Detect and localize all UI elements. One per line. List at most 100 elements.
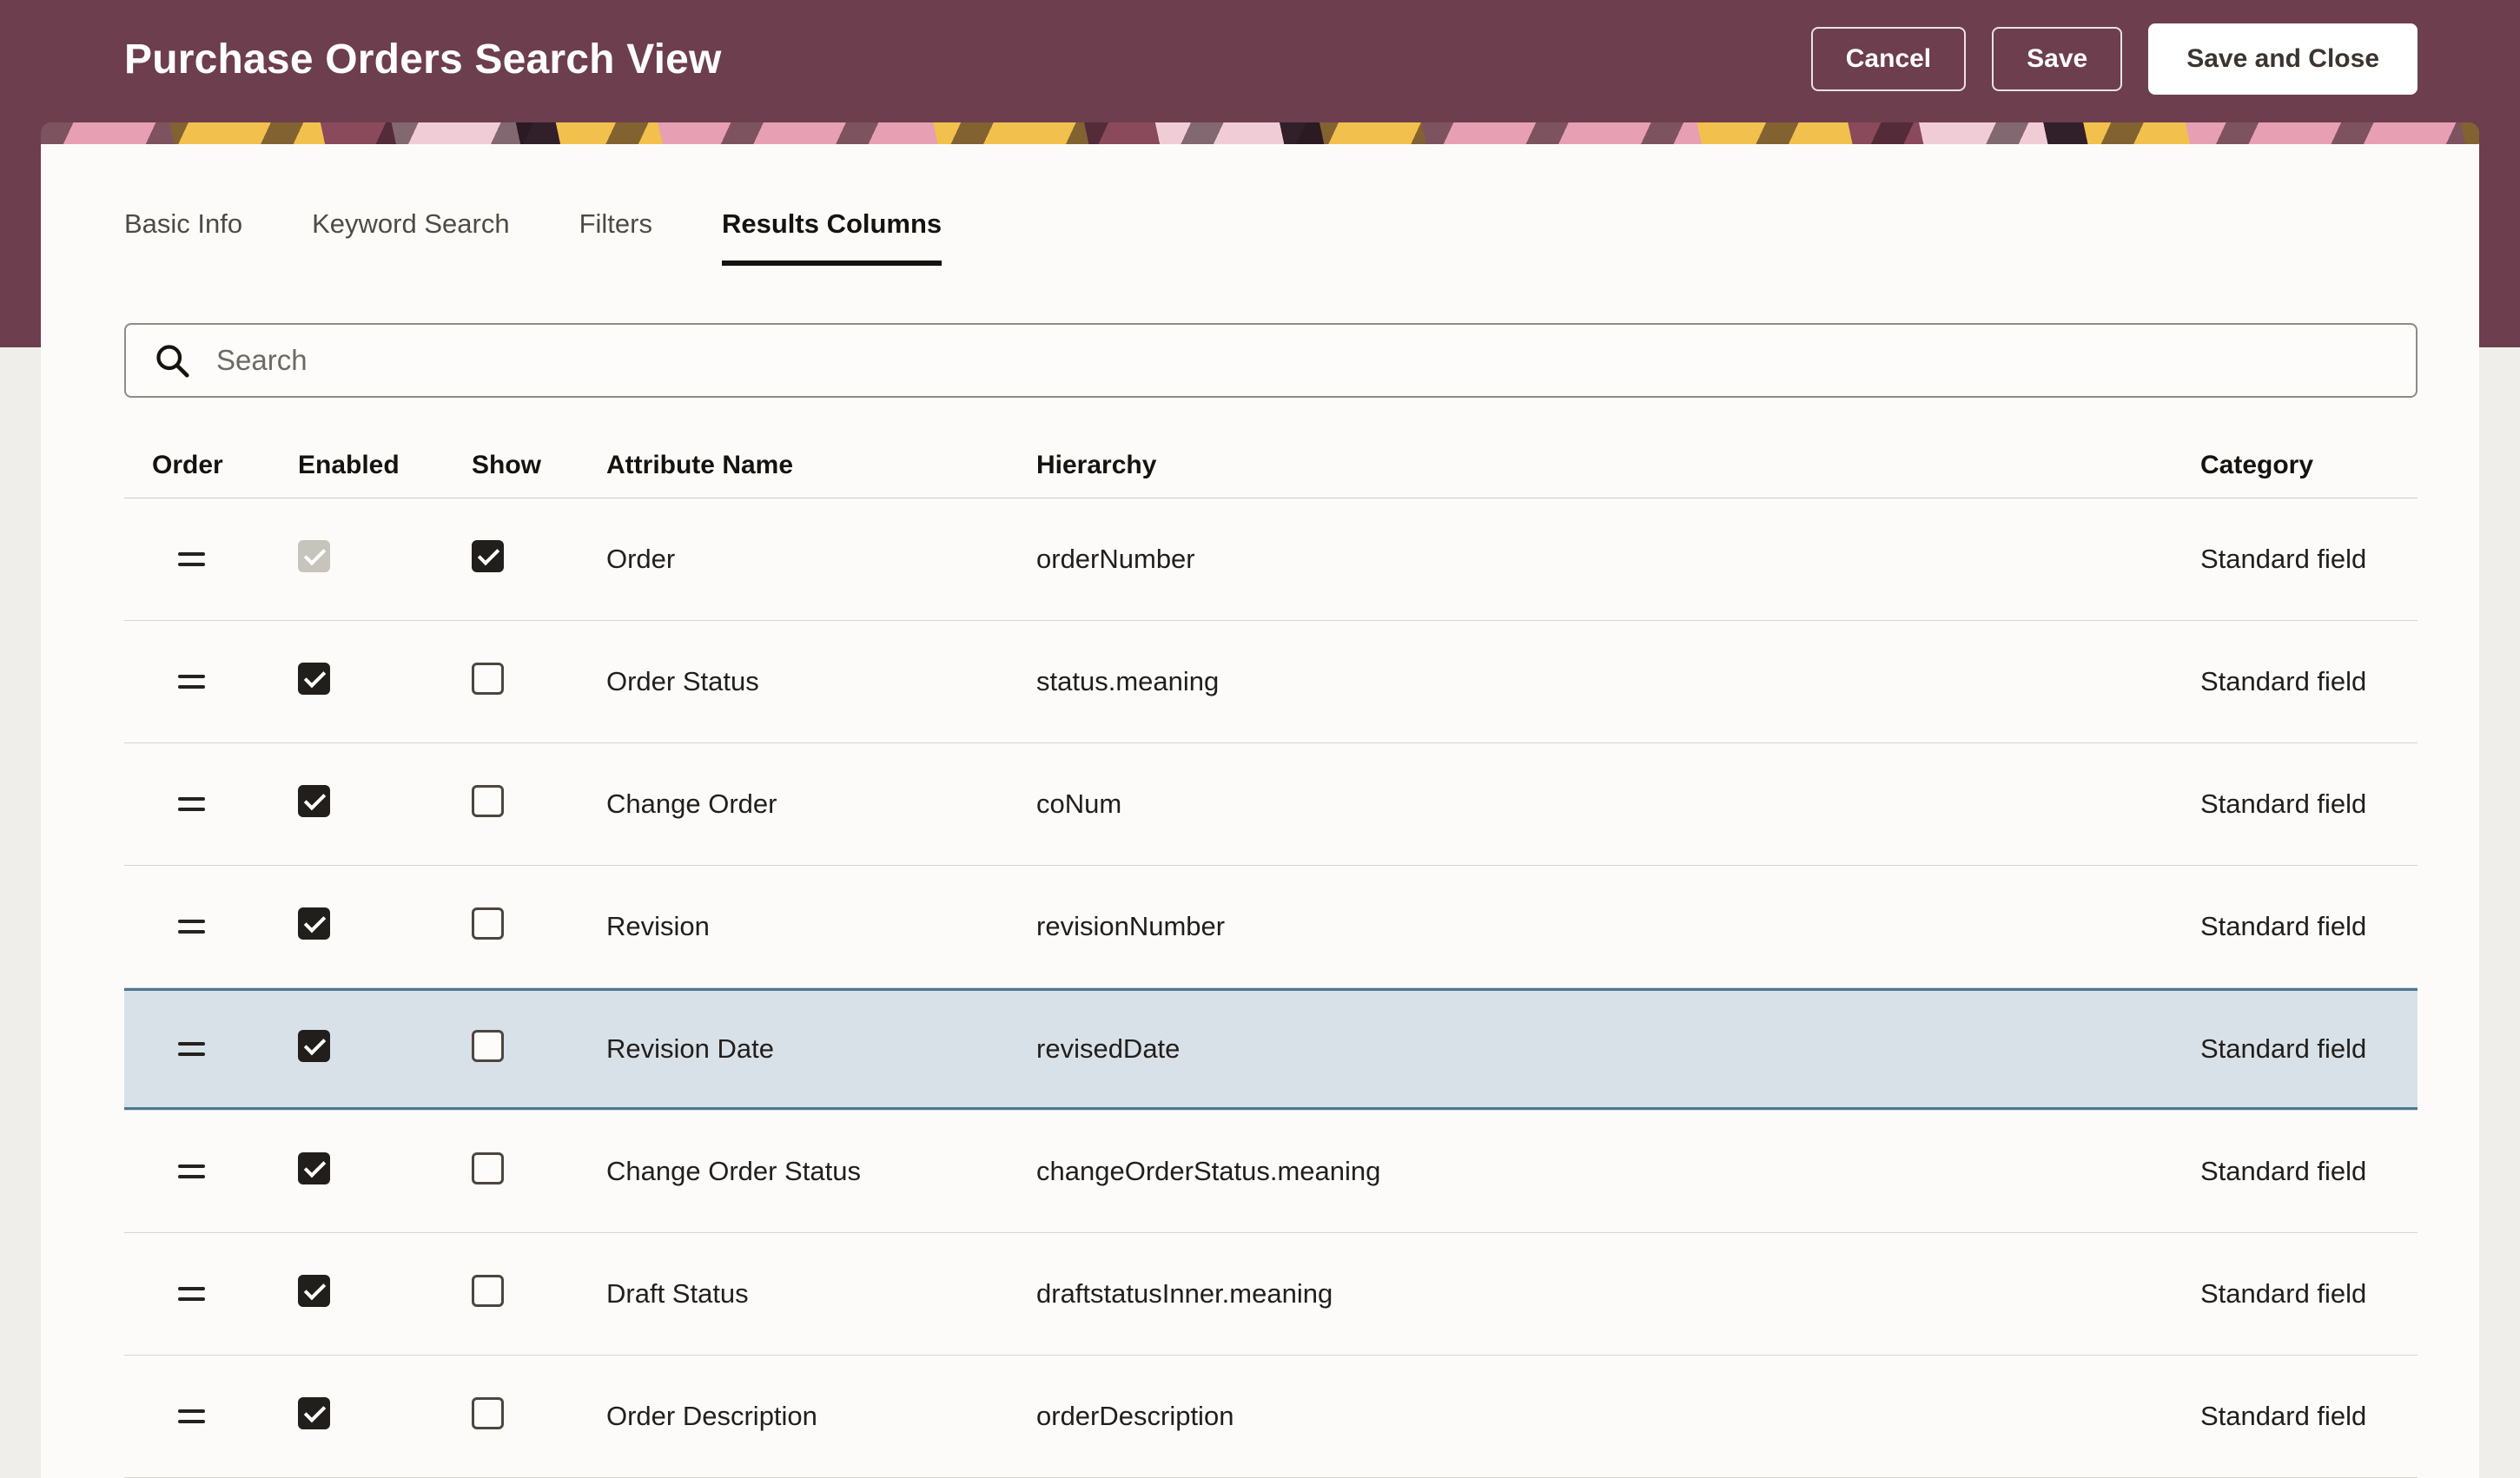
- tab-keyword-search[interactable]: Keyword Search: [312, 208, 509, 266]
- enabled-cell: [298, 1152, 472, 1191]
- enabled-checkbox[interactable]: [298, 1397, 330, 1429]
- page-stage: Basic Info Keyword Search Filters Result…: [0, 118, 2520, 1478]
- tab-filters[interactable]: Filters: [579, 208, 652, 266]
- drag-handle-icon[interactable]: [178, 1165, 205, 1178]
- category-cell: Standard field: [2200, 788, 2417, 820]
- enabled-checkbox[interactable]: [298, 1152, 330, 1184]
- column-header-attribute-name: Attribute Name: [606, 451, 1036, 480]
- show-checkbox[interactable]: [472, 540, 504, 572]
- search-input[interactable]: [215, 343, 2390, 378]
- enabled-cell: [298, 1030, 472, 1069]
- order-cell: [124, 1287, 298, 1301]
- decorative-banner: [41, 122, 2479, 144]
- hierarchy-cell: revisionNumber: [1036, 911, 2200, 942]
- column-header-show: Show: [472, 451, 606, 480]
- cancel-button[interactable]: Cancel: [1811, 27, 1966, 91]
- show-checkbox[interactable]: [472, 785, 504, 817]
- show-checkbox[interactable]: [472, 663, 504, 695]
- hierarchy-cell: orderNumber: [1036, 544, 2200, 575]
- hierarchy-cell: revisedDate: [1036, 1033, 2200, 1065]
- attribute-name-cell: Change Order: [606, 788, 1036, 820]
- attribute-name-cell: Order Description: [606, 1401, 1036, 1432]
- attribute-name-cell: Revision Date: [606, 1033, 1036, 1065]
- tab-basic-info[interactable]: Basic Info: [124, 208, 242, 266]
- show-cell: [472, 1152, 606, 1191]
- show-cell: [472, 540, 606, 579]
- results-table: Order Enabled Show Attribute Name Hierar…: [124, 432, 2417, 1478]
- attribute-name-cell: Order: [606, 544, 1036, 575]
- order-cell: [124, 797, 298, 811]
- show-cell: [472, 907, 606, 947]
- enabled-cell: [298, 540, 472, 579]
- enabled-checkbox[interactable]: [298, 1275, 330, 1307]
- drag-handle-icon[interactable]: [178, 1287, 205, 1301]
- show-cell: [472, 663, 606, 702]
- attribute-name-cell: Revision: [606, 911, 1036, 942]
- order-cell: [124, 1042, 298, 1056]
- attribute-name-cell: Draft Status: [606, 1278, 1036, 1310]
- search-icon: [152, 340, 192, 380]
- enabled-checkbox[interactable]: [298, 1030, 330, 1062]
- category-cell: Standard field: [2200, 544, 2417, 575]
- hierarchy-cell: draftstatusInner.meaning: [1036, 1278, 2200, 1310]
- category-cell: Standard field: [2200, 911, 2417, 942]
- category-cell: Standard field: [2200, 1401, 2417, 1432]
- tab-bar: Basic Info Keyword Search Filters Result…: [124, 144, 2417, 266]
- drag-handle-icon[interactable]: [178, 552, 205, 566]
- save-button[interactable]: Save: [1992, 27, 2122, 91]
- show-checkbox[interactable]: [472, 1397, 504, 1429]
- show-checkbox[interactable]: [472, 907, 504, 940]
- drag-handle-icon[interactable]: [178, 1042, 205, 1056]
- table-row[interactable]: Revision Date revisedDate Standard field: [124, 988, 2417, 1111]
- table-header: Order Enabled Show Attribute Name Hierar…: [124, 432, 2417, 498]
- table-row[interactable]: Change Order Status changeOrderStatus.me…: [124, 1111, 2417, 1233]
- column-header-category: Category: [2200, 451, 2417, 480]
- column-header-order: Order: [124, 451, 298, 480]
- search-box[interactable]: [124, 323, 2417, 398]
- table-row[interactable]: Change Order coNum Standard field: [124, 743, 2417, 866]
- table-body: Order orderNumber Standard field Order S…: [124, 498, 2417, 1478]
- enabled-cell: [298, 1397, 472, 1436]
- order-cell: [124, 920, 298, 934]
- page-title: Purchase Orders Search View: [124, 36, 722, 83]
- drag-handle-icon[interactable]: [178, 920, 205, 934]
- column-header-hierarchy: Hierarchy: [1036, 451, 2200, 480]
- show-cell: [472, 1397, 606, 1436]
- show-checkbox[interactable]: [472, 1152, 504, 1184]
- show-checkbox[interactable]: [472, 1275, 504, 1307]
- enabled-checkbox[interactable]: [298, 907, 330, 940]
- order-cell: [124, 1165, 298, 1178]
- show-cell: [472, 1275, 606, 1314]
- enabled-cell: [298, 907, 472, 947]
- tab-results-columns[interactable]: Results Columns: [722, 208, 942, 266]
- order-cell: [124, 675, 298, 689]
- order-cell: [124, 552, 298, 566]
- drag-handle-icon[interactable]: [178, 675, 205, 689]
- enabled-cell: [298, 785, 472, 824]
- show-cell: [472, 1030, 606, 1069]
- enabled-checkbox[interactable]: [298, 663, 330, 695]
- category-cell: Standard field: [2200, 1278, 2417, 1310]
- table-row[interactable]: Draft Status draftstatusInner.meaning St…: [124, 1233, 2417, 1356]
- drag-handle-icon[interactable]: [178, 797, 205, 811]
- hierarchy-cell: status.meaning: [1036, 666, 2200, 697]
- enabled-checkbox[interactable]: [298, 785, 330, 817]
- show-checkbox[interactable]: [472, 1030, 504, 1062]
- app-header: Purchase Orders Search View Cancel Save …: [0, 0, 2520, 118]
- hierarchy-cell: orderDescription: [1036, 1401, 2200, 1432]
- hierarchy-cell: coNum: [1036, 788, 2200, 820]
- drag-handle-icon[interactable]: [178, 1409, 205, 1423]
- category-cell: Standard field: [2200, 666, 2417, 697]
- enabled-cell: [298, 663, 472, 702]
- show-cell: [472, 785, 606, 824]
- attribute-name-cell: Change Order Status: [606, 1156, 1036, 1187]
- table-row[interactable]: Order Description orderDescription Stand…: [124, 1356, 2417, 1478]
- hierarchy-cell: changeOrderStatus.meaning: [1036, 1156, 2200, 1187]
- table-row[interactable]: Order orderNumber Standard field: [124, 498, 2417, 621]
- save-and-close-button[interactable]: Save and Close: [2148, 23, 2417, 95]
- table-row[interactable]: Order Status status.meaning Standard fie…: [124, 621, 2417, 743]
- attribute-name-cell: Order Status: [606, 666, 1036, 697]
- order-cell: [124, 1409, 298, 1423]
- enabled-cell: [298, 1275, 472, 1314]
- table-row[interactable]: Revision revisionNumber Standard field: [124, 866, 2417, 988]
